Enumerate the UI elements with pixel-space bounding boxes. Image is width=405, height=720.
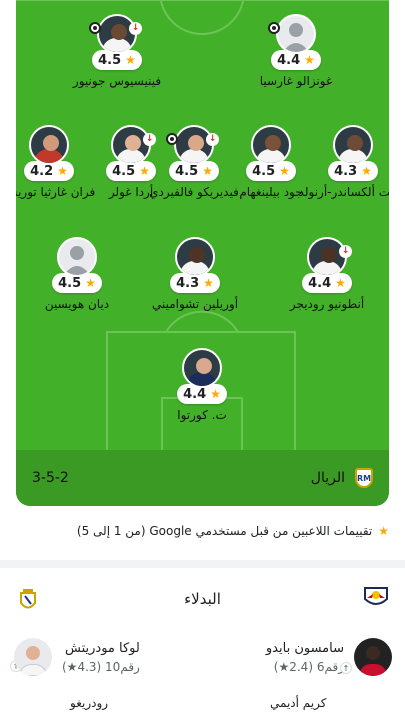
rating-value: 4.5 bbox=[252, 163, 276, 179]
ratings-note: ★ تقييمات اللاعبين من قبل مستخدمي Google… bbox=[77, 524, 389, 538]
player-avatar-wrap: ↓ bbox=[307, 237, 352, 277]
avatar bbox=[307, 237, 347, 277]
substitutes-header: البدلاء bbox=[0, 580, 405, 620]
avatar bbox=[111, 125, 151, 165]
sub-in-arrow-icon: ↑ bbox=[340, 662, 352, 674]
star-icon: ★ bbox=[202, 164, 213, 178]
avatar bbox=[57, 237, 97, 277]
player-avatar-wrap: ↓ bbox=[89, 14, 142, 54]
avatar bbox=[182, 348, 222, 388]
rating-value: 4.3 bbox=[176, 275, 200, 291]
player-name: فران غارثيا توريس bbox=[16, 185, 96, 199]
player-avatar-wrap bbox=[175, 237, 215, 277]
peek-name-right: كريم أديمي bbox=[270, 696, 327, 710]
rating-value: 4.5 bbox=[58, 275, 82, 291]
star-icon: ★ bbox=[361, 164, 372, 178]
player-vinicius[interactable]: ↓ 4.5 ★ فينيسيوس جونيور bbox=[62, 14, 172, 88]
sub-out-arrow-icon: ↓ bbox=[206, 133, 219, 146]
star-icon: ★ bbox=[203, 276, 214, 290]
rating-value: 4.2 bbox=[30, 163, 54, 179]
player-rudiger[interactable]: ↓ 4.4 ★ أنطونيو روديجر bbox=[272, 237, 382, 311]
rating-value: 4.3 bbox=[334, 163, 358, 179]
player-courtois[interactable]: 4.4 ★ ت. كورتوا bbox=[147, 348, 257, 422]
avatar bbox=[354, 638, 392, 676]
soccer-ball-icon bbox=[268, 22, 280, 34]
player-avatar-wrap: ↓ bbox=[111, 125, 156, 165]
team-name: الريال bbox=[310, 470, 345, 486]
player-name: ديان هويسين bbox=[44, 297, 110, 311]
player-name: أنطونيو روديجر bbox=[289, 297, 365, 311]
player-huijsen[interactable]: 4.5 ★ ديان هويسين bbox=[22, 237, 132, 311]
star-icon: ★ bbox=[57, 164, 68, 178]
pitch: ↓ 4.5 ★ فينيسيوس جونيور 4.4 ★ غونزالو غارسيا 4.… bbox=[16, 0, 389, 506]
avatar bbox=[251, 125, 291, 165]
avatar bbox=[276, 14, 316, 54]
substitute-item-left[interactable]: ↑ لوكا مودريتش رقم10 (4.3★) bbox=[10, 632, 194, 682]
substitute-meta: رقم10 (4.3★) bbox=[62, 659, 140, 674]
player-avatar-wrap bbox=[268, 14, 316, 54]
player-name: فينيسيوس جونيور bbox=[72, 74, 162, 88]
star-icon: ★ bbox=[85, 276, 96, 290]
rating-value: 4.4 bbox=[308, 275, 332, 291]
person-placeholder-icon bbox=[283, 23, 309, 52]
ratings-note-text: تقييمات اللاعبين من قبل مستخدمي Google (… bbox=[76, 524, 373, 538]
substitute-name: لوكا مودريتش bbox=[65, 640, 140, 656]
peek-name-left: رودريغو bbox=[70, 696, 109, 710]
avatar bbox=[175, 237, 215, 277]
rating-value: 4.4 bbox=[277, 52, 301, 68]
player-garcia[interactable]: 4.4 ★ غونزالو غارسيا bbox=[241, 14, 351, 88]
team-crest-icon: RM bbox=[355, 468, 373, 488]
star-icon: ★ bbox=[210, 387, 221, 401]
substitute-name: سامسون بايدو bbox=[265, 640, 344, 656]
player-tchouameni[interactable]: 4.3 ★ أوريلين تشواميني bbox=[140, 237, 250, 311]
player-avatar-wrap bbox=[333, 125, 373, 165]
player-avatar-wrap bbox=[29, 125, 69, 165]
player-name: غونزالو غارسيا bbox=[259, 74, 333, 88]
star-icon: ★ bbox=[125, 53, 136, 67]
star-icon: ★ bbox=[378, 524, 389, 538]
person-placeholder-icon bbox=[64, 246, 90, 275]
team-info: الريال RM bbox=[311, 468, 373, 488]
avatar bbox=[333, 125, 373, 165]
player-name: أوريلين تشواميني bbox=[151, 297, 239, 311]
player-torres[interactable]: 4.2★ فران غارثيا توريس bbox=[16, 125, 104, 199]
player-name: ت. كورتوا bbox=[177, 408, 227, 422]
avatar bbox=[29, 125, 69, 165]
star-icon: ★ bbox=[335, 276, 346, 290]
soccer-ball-icon bbox=[89, 22, 101, 34]
star-icon: ★ bbox=[279, 164, 290, 178]
star-icon: ★ bbox=[304, 53, 315, 67]
avatar bbox=[14, 638, 52, 676]
red-bull-crest-icon bbox=[364, 587, 388, 605]
sub-out-arrow-icon: ↓ bbox=[143, 133, 156, 146]
sub-out-arrow-icon: ↓ bbox=[339, 245, 352, 258]
formation-label: 3-5-2 bbox=[32, 470, 69, 486]
rating-value: 4.5 bbox=[98, 52, 122, 68]
team-bar: 3-5-2 الريال RM bbox=[16, 450, 389, 506]
player-avatar-wrap bbox=[57, 237, 97, 277]
player-avatar-wrap bbox=[182, 348, 222, 388]
player-avatar-wrap bbox=[251, 125, 291, 165]
sub-out-arrow-icon: ↓ bbox=[129, 22, 142, 35]
substitutes-next-row: رودريغو كريم أديمي bbox=[0, 694, 405, 720]
substitutes-title: البدلاء bbox=[184, 590, 221, 608]
rating-value: 4.5 bbox=[112, 163, 136, 179]
substitute-meta: رقم6 (2.4★) bbox=[273, 659, 344, 674]
star-icon: ★ bbox=[139, 164, 150, 178]
avatar bbox=[97, 14, 137, 54]
substitute-item-right[interactable]: سامسون بايدو رقم6 (2.4★) ↑ bbox=[218, 632, 392, 682]
rating-value: 4.4 bbox=[183, 386, 207, 402]
player-name: أردا غولر bbox=[108, 185, 154, 199]
section-divider bbox=[0, 560, 405, 568]
